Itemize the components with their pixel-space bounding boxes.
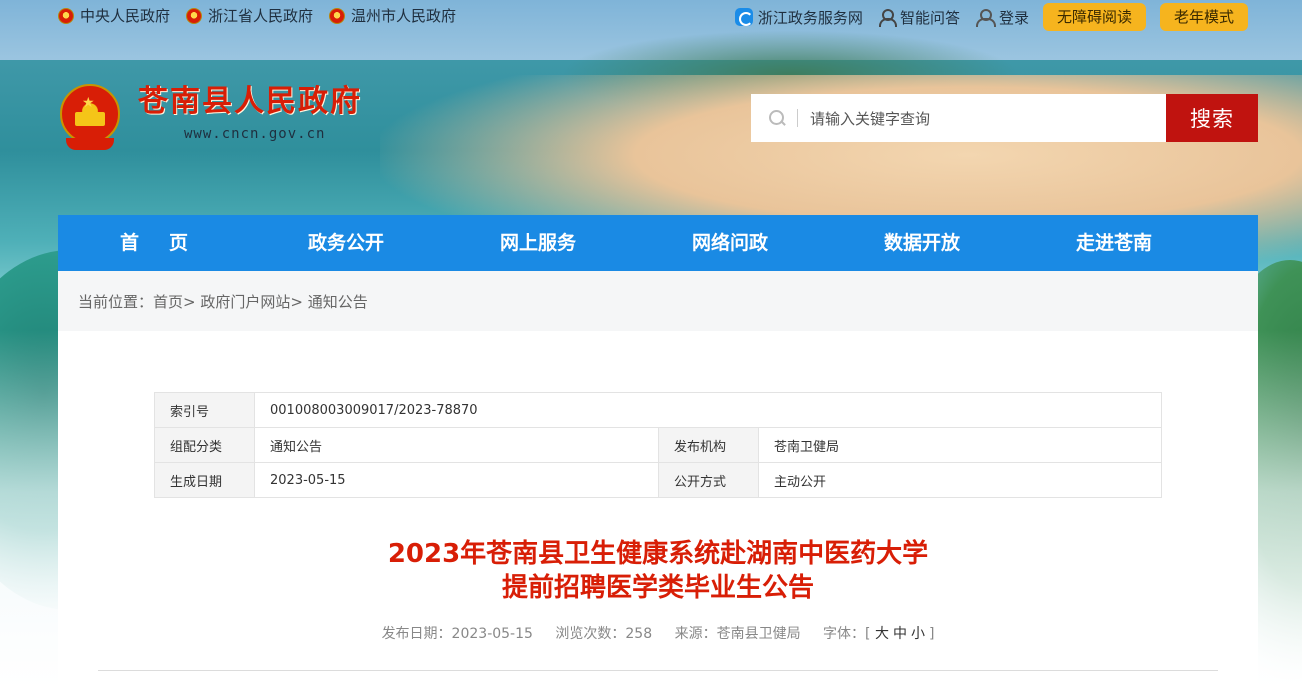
font-end: ] xyxy=(928,626,935,642)
table-row: 组配分类 通知公告 发布机构 苍南卫健局 xyxy=(154,427,1162,463)
article-info: 发布日期：2023-05-15 浏览次数：258 来源：苍南县卫健局 字体：[ … xyxy=(58,623,1258,643)
zj-service-link[interactable]: 浙江政务服务网 xyxy=(734,7,863,28)
index-label: 索引号 xyxy=(154,392,255,428)
search-placeholder: 请输入关键字查询 xyxy=(810,109,931,128)
breadcrumb-portal[interactable]: 政府门户网站> xyxy=(200,293,303,311)
link-zhejiang-gov[interactable]: 浙江省人民政府 xyxy=(186,5,313,26)
divider xyxy=(98,670,1218,671)
nav-item-open-data[interactable]: 数据开放 xyxy=(826,215,1018,271)
site-url: www.cncn.gov.cn xyxy=(184,126,326,142)
metadata-table: 索引号 001008003009017/2023-78870 组配分类 通知公告… xyxy=(154,392,1162,498)
article-title: 2023年苍南县卫生健康系统赴湖南中医药大学 提前招聘医学类毕业生公告 xyxy=(58,537,1258,605)
article-title-line2: 提前招聘医学类毕业生公告 xyxy=(501,573,814,603)
government-emblem-icon: ★ xyxy=(58,82,122,154)
national-emblem-icon xyxy=(58,7,74,24)
breadcrumb: 当前位置：首页> 政府门户网站> 通知公告 xyxy=(58,271,1258,331)
publish-date: 发布日期：2023-05-15 xyxy=(381,626,533,642)
article-source: 来源：苍南县卫健局 xyxy=(674,626,801,642)
login-link[interactable]: 登录 xyxy=(974,7,1029,28)
font-small-button[interactable]: 小 xyxy=(911,626,929,642)
search-divider xyxy=(797,109,798,127)
top-bar: 中央人民政府 浙江省人民政府 温州市人民政府 浙江政务服务网 智能问答 登录 无… xyxy=(0,0,1302,31)
publisher-value: 苍南卫健局 xyxy=(758,427,1162,463)
accessible-reading-button[interactable]: 无障碍阅读 xyxy=(1042,3,1146,31)
table-row: 生成日期 2023-05-15 公开方式 主动公开 xyxy=(154,462,1162,498)
nav-item-online-inquiry[interactable]: 网络问政 xyxy=(634,215,826,271)
mode-label: 公开方式 xyxy=(658,462,759,498)
elderly-mode-button[interactable]: 老年模式 xyxy=(1159,3,1248,31)
search-input[interactable]: 请输入关键字查询 xyxy=(751,94,1166,142)
main-nav: 首页 政务公开 网上服务 网络问政 数据开放 走进苍南 xyxy=(58,215,1258,271)
publisher-label: 发布机构 xyxy=(658,427,759,463)
nav-item-gov-affairs[interactable]: 政务公开 xyxy=(250,215,442,271)
zj-service-label: 浙江政务服务网 xyxy=(757,8,863,27)
search-icon xyxy=(769,110,785,126)
user-icon xyxy=(974,8,996,27)
mode-value: 主动公开 xyxy=(758,462,1162,498)
assistant-icon xyxy=(877,8,897,27)
national-emblem-icon xyxy=(186,7,203,24)
font-size-control: 字体：[ 大中小] xyxy=(823,626,934,642)
gov-links: 中央人民政府 浙江省人民政府 温州市人民政府 xyxy=(58,5,456,26)
breadcrumb-notice[interactable]: 通知公告 xyxy=(308,293,368,311)
font-large-button[interactable]: 大 xyxy=(875,626,893,642)
site-brand[interactable]: ★ 苍南县人民政府 www.cncn.gov.cn xyxy=(58,82,362,154)
link-central-gov[interactable]: 中央人民政府 xyxy=(58,5,170,26)
index-value: 001008003009017/2023-78870 xyxy=(254,392,1162,428)
search-bar: 请输入关键字查询 搜索 xyxy=(751,94,1258,142)
date-label: 生成日期 xyxy=(154,462,255,498)
category-value: 通知公告 xyxy=(254,427,659,463)
national-emblem-icon xyxy=(329,7,346,24)
view-count: 浏览次数：258 xyxy=(555,626,653,642)
nav-item-about-cangnan[interactable]: 走进苍南 xyxy=(1018,215,1210,271)
top-actions: 浙江政务服务网 智能问答 登录 无障碍阅读 老年模式 xyxy=(734,3,1248,31)
zhejiang-service-icon xyxy=(734,8,753,26)
link-label: 温州市人民政府 xyxy=(351,7,457,25)
nav-item-online-service[interactable]: 网上服务 xyxy=(442,215,634,271)
nav-item-home[interactable]: 首页 xyxy=(58,215,250,271)
font-medium-button[interactable]: 中 xyxy=(893,626,911,642)
link-label: 浙江省人民政府 xyxy=(208,7,314,25)
breadcrumb-label: 当前位置： xyxy=(78,293,154,311)
site-title: 苍南县人民政府 xyxy=(138,84,362,119)
smart-qa-link[interactable]: 智能问答 xyxy=(877,7,960,28)
link-label: 中央人民政府 xyxy=(80,7,171,25)
category-label: 组配分类 xyxy=(154,427,255,463)
smart-qa-label: 智能问答 xyxy=(899,8,960,27)
breadcrumb-home[interactable]: 首页> xyxy=(153,293,196,311)
login-label: 登录 xyxy=(998,8,1029,27)
font-label: 字体：[ xyxy=(823,626,871,642)
table-row: 索引号 001008003009017/2023-78870 xyxy=(154,392,1162,428)
date-value: 2023-05-15 xyxy=(254,462,659,498)
search-button[interactable]: 搜索 xyxy=(1166,94,1258,142)
link-wenzhou-gov[interactable]: 温州市人民政府 xyxy=(329,5,456,26)
article-panel: 索引号 001008003009017/2023-78870 组配分类 通知公告… xyxy=(58,331,1258,686)
article-title-line1: 2023年苍南县卫生健康系统赴湖南中医药大学 xyxy=(387,539,929,569)
